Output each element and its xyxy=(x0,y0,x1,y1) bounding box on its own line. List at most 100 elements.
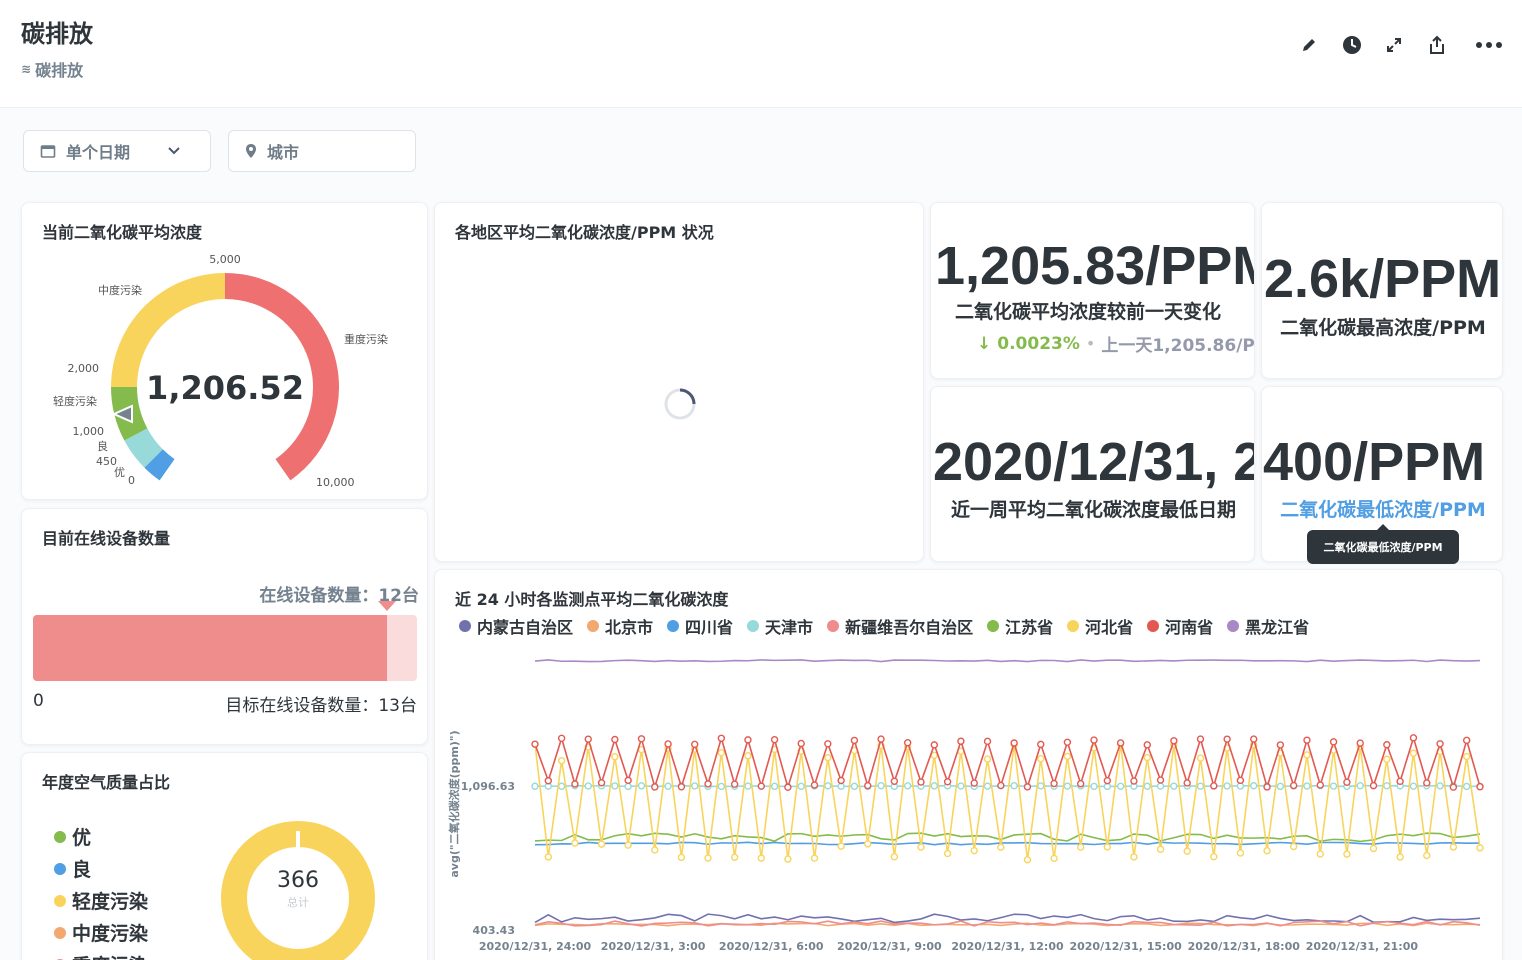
series-point-3-0[interactable] xyxy=(531,782,539,790)
edit-icon[interactable] xyxy=(1296,32,1322,58)
series-point-3-16[interactable] xyxy=(744,782,752,790)
series-point-3-40[interactable] xyxy=(1063,782,1072,790)
series-point-7-63[interactable] xyxy=(1369,781,1378,790)
series-point-7-32[interactable] xyxy=(957,737,965,745)
series-point-6-37[interactable] xyxy=(1023,856,1032,864)
series-point-7-17[interactable] xyxy=(757,782,765,790)
series-point-3-66[interactable] xyxy=(1409,782,1418,790)
series-point-6-6[interactable] xyxy=(611,753,619,761)
series-point-7-55[interactable] xyxy=(1263,783,1271,791)
series-point-7-37[interactable] xyxy=(1023,783,1032,791)
series-point-7-68[interactable] xyxy=(1436,740,1444,748)
series-point-7-66[interactable] xyxy=(1409,734,1418,742)
series-point-7-67[interactable] xyxy=(1423,779,1431,787)
series-point-3-60[interactable] xyxy=(1329,782,1338,790)
series-point-3-8[interactable] xyxy=(637,782,646,790)
share-icon[interactable] xyxy=(1424,32,1450,58)
series-point-7-42[interactable] xyxy=(1090,736,1098,744)
series-point-6-30[interactable] xyxy=(930,751,938,759)
series-point-7-28[interactable] xyxy=(903,739,912,747)
series-point-3-56[interactable] xyxy=(1276,782,1285,791)
series-point-7-43[interactable] xyxy=(1103,776,1112,785)
series-point-3-4[interactable] xyxy=(584,782,592,790)
series-line-5[interactable] xyxy=(534,832,1481,843)
series-point-6-66[interactable] xyxy=(1409,749,1418,757)
series-point-7-26[interactable] xyxy=(877,735,885,743)
series-point-7-22[interactable] xyxy=(824,740,832,748)
series-point-7-56[interactable] xyxy=(1276,741,1285,749)
series-point-7-6[interactable] xyxy=(611,735,619,744)
series-point-7-52[interactable] xyxy=(1223,735,1231,743)
city-filter[interactable]: 城市 xyxy=(228,130,416,172)
series-point-6-64[interactable] xyxy=(1383,755,1391,763)
series-point-3-42[interactable] xyxy=(1090,782,1098,791)
series-point-7-46[interactable] xyxy=(1143,741,1151,749)
series-point-6-38[interactable] xyxy=(1037,755,1045,763)
series-line-0[interactable] xyxy=(534,913,1481,924)
series-point-7-54[interactable] xyxy=(1250,735,1258,743)
min-co2-label[interactable]: 二氧化碳最低浓度/PPM xyxy=(1280,495,1486,522)
more-icon[interactable] xyxy=(1474,32,1504,58)
series-point-6-21[interactable] xyxy=(810,854,819,862)
series-point-7-19[interactable] xyxy=(784,783,792,792)
series-point-3-30[interactable] xyxy=(930,782,938,790)
series-point-3-58[interactable] xyxy=(1303,782,1311,790)
series-point-6-14[interactable] xyxy=(717,748,726,757)
series-point-6-59[interactable] xyxy=(1316,850,1324,858)
series-point-7-45[interactable] xyxy=(1130,777,1138,785)
series-point-6-33[interactable] xyxy=(970,846,978,855)
series-point-7-61[interactable] xyxy=(1343,778,1351,786)
series-point-7-50[interactable] xyxy=(1196,735,1205,743)
series-point-6-11[interactable] xyxy=(677,853,686,862)
series-point-6-61[interactable] xyxy=(1343,850,1351,858)
series-point-7-33[interactable] xyxy=(970,779,978,787)
series-point-3-52[interactable] xyxy=(1223,782,1231,790)
series-point-6-27[interactable] xyxy=(890,853,899,861)
series-point-3-18[interactable] xyxy=(770,782,779,791)
series-point-3-14[interactable] xyxy=(717,782,726,791)
series-point-6-63[interactable] xyxy=(1369,844,1378,853)
series-point-7-65[interactable] xyxy=(1396,777,1404,786)
series-point-6-22[interactable] xyxy=(824,753,832,762)
series-point-7-58[interactable] xyxy=(1303,736,1311,744)
series-point-3-48[interactable] xyxy=(1170,782,1178,790)
series-point-7-20[interactable] xyxy=(797,739,805,748)
series-line-8[interactable] xyxy=(534,659,1481,663)
series-point-7-4[interactable] xyxy=(584,735,592,743)
series-point-7-69[interactable] xyxy=(1449,783,1458,791)
series-point-3-44[interactable] xyxy=(1116,782,1125,790)
series-point-7-5[interactable] xyxy=(597,779,606,787)
series-point-3-12[interactable] xyxy=(691,782,699,790)
series-point-7-2[interactable] xyxy=(557,734,566,743)
series-point-6-49[interactable] xyxy=(1183,847,1191,855)
series-point-7-12[interactable] xyxy=(691,740,699,749)
series-point-7-8[interactable] xyxy=(637,735,646,743)
legend-item-moderate[interactable]: 中度污染 xyxy=(54,919,148,946)
series-point-6-57[interactable] xyxy=(1289,842,1298,851)
series-point-6-67[interactable] xyxy=(1423,851,1431,860)
legend-item-excellent[interactable]: 优 xyxy=(54,823,148,850)
series-point-7-21[interactable] xyxy=(810,781,819,789)
series-point-3-23[interactable] xyxy=(837,782,845,791)
legend-item-heavy[interactable]: 重度污染 xyxy=(54,951,148,960)
collection-breadcrumb[interactable]: ≋ 碳排放 xyxy=(21,57,83,81)
series-point-6-40[interactable] xyxy=(1063,752,1072,761)
series-point-7-39[interactable] xyxy=(1050,779,1058,788)
series-point-6-7[interactable] xyxy=(624,841,632,849)
series-point-3-47[interactable] xyxy=(1156,782,1165,790)
series-point-7-3[interactable] xyxy=(571,780,579,788)
series-point-7-9[interactable] xyxy=(651,783,659,791)
series-point-7-27[interactable] xyxy=(890,777,899,785)
series-point-6-35[interactable] xyxy=(997,843,1005,851)
series-point-3-20[interactable] xyxy=(797,782,805,791)
series-point-7-35[interactable] xyxy=(997,781,1005,790)
series-point-7-10[interactable] xyxy=(664,740,672,748)
series-point-3-68[interactable] xyxy=(1436,782,1444,790)
series-point-6-53[interactable] xyxy=(1236,849,1245,857)
series-point-6-31[interactable] xyxy=(943,849,952,858)
series-point-6-2[interactable] xyxy=(557,756,566,765)
series-point-6-15[interactable] xyxy=(730,853,739,861)
series-point-3-26[interactable] xyxy=(877,781,885,790)
series-point-3-7[interactable] xyxy=(624,782,632,791)
series-point-7-57[interactable] xyxy=(1289,781,1298,790)
